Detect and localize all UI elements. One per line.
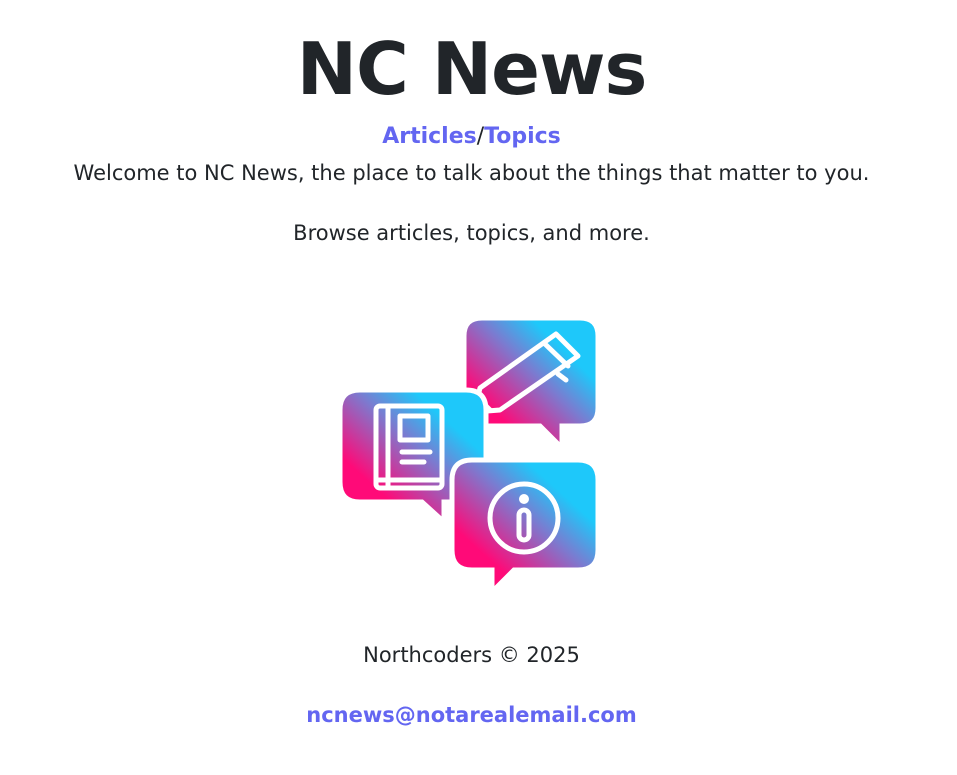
nc-news-logo — [340, 316, 601, 594]
footer-copyright: Northcoders © 2025 — [363, 643, 580, 667]
nav-link-articles[interactable]: Articles — [382, 124, 477, 149]
footer-email-link[interactable]: ncnews@notarealemail.com — [306, 703, 636, 727]
nav-link-topics[interactable]: Topics — [484, 124, 561, 149]
main-nav: Articles/Topics — [0, 122, 957, 152]
browse-text: Browse articles, topics, and more. — [293, 221, 650, 245]
info-bubble — [449, 457, 601, 594]
page-title: NC News — [296, 27, 648, 111]
home-page: NC News Articles/Topics Welcome to NC Ne… — [0, 0, 957, 775]
footer-email: ncnews@notarealemail.com — [0, 700, 957, 730]
welcome-text: Welcome to NC News, the place to talk ab… — [73, 161, 870, 185]
